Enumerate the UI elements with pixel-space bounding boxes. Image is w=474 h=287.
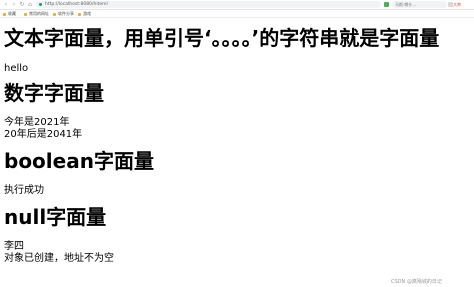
output-line: hello: [4, 63, 29, 74]
folder-icon: [3, 12, 6, 16]
output-line: 执行成功: [4, 185, 44, 196]
page-content: 文本字面量，用单引号‘。。。。’的字符串就是字面量 hello 数字字面量 今年…: [4, 26, 470, 265]
url-input[interactable]: http://localhost:8080/hiteml: [36, 1, 381, 8]
url-text: http://localhost:8080/hiteml: [45, 2, 108, 7]
bookmarks-bar: 收藏 常用的网址 软件分享 游戏: [0, 10, 474, 18]
secure-icon: [39, 3, 42, 6]
heading-number-literal: 数字字面量: [4, 81, 104, 105]
output-line: 对象已创建，地址不为空: [4, 253, 114, 264]
output-line: 李四: [4, 241, 24, 252]
folder-icon: [53, 12, 56, 16]
heading-boolean-literal: boolean字面量: [4, 149, 154, 173]
folder-icon: [24, 12, 27, 16]
bookmark-item[interactable]: 收藏: [3, 11, 16, 17]
bookmark-item[interactable]: 游戏: [78, 11, 91, 17]
output-line: 20年后是2041年: [4, 129, 83, 140]
bookmark-item[interactable]: 软件分享: [53, 11, 74, 17]
home-icon[interactable]: ⌂: [27, 2, 33, 8]
heading-text-literal: 文本字面量，用单引号‘。。。。’的字符串就是字面量: [4, 26, 440, 50]
back-icon[interactable]: ‹: [3, 2, 9, 8]
reload-icon[interactable]: ↻: [19, 2, 25, 8]
address-bar: ‹ › ↻ ⌂ http://localhost:8080/hiteml 马斯·…: [0, 0, 474, 10]
output-line: 今年是2021年: [4, 117, 70, 128]
search-input[interactable]: 马斯·哪什…: [392, 1, 447, 8]
profile-button[interactable]: 大帅: [453, 1, 461, 8]
folder-icon: [78, 12, 81, 16]
heading-null-literal: null字面量: [4, 205, 107, 229]
bookmark-item[interactable]: 常用的网址: [24, 11, 49, 17]
watermark: CSDN @离殇城的日记: [391, 279, 442, 285]
forward-icon[interactable]: ›: [11, 2, 17, 8]
extension-icon[interactable]: [384, 2, 389, 7]
